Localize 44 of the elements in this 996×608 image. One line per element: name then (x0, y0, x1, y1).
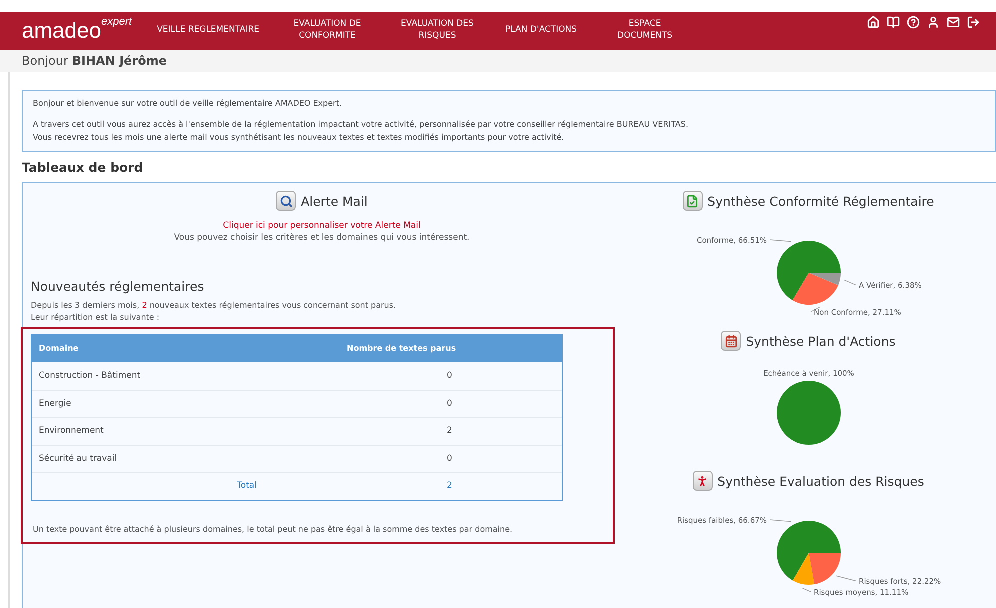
calendar-icon (721, 331, 742, 352)
table-cell-text: 0 (446, 370, 454, 381)
nav-link[interactable]: ESPACE DOCUMENTS (590, 19, 700, 43)
home-icon[interactable] (867, 16, 880, 29)
total-label: Total (236, 481, 258, 492)
welcome-text: A travers cet outil vous aurez accès à l'ensemble de la réglementation impactant votre activité, personnalisée par votre conseiller réglementaire BUREAU VERITAS. (33, 119, 690, 132)
nav-link[interactable]: EVALUATION DES RISQUES (382, 19, 492, 43)
nav-link[interactable]: VEILLE REGLEMENTAIRE (144, 25, 272, 37)
chart-title: Synthèse Conformité Réglementaire (708, 194, 934, 209)
table-cell-text: 2 (446, 426, 454, 436)
book-icon[interactable] (887, 16, 900, 29)
news-title: Nouveautés réglementaires (31, 279, 206, 294)
search-icon (276, 191, 296, 212)
alert-text: Vous pouvez choisir les critères et les domaines qui vous intéressent. (174, 233, 470, 244)
column-header: Domaine (38, 344, 80, 354)
welcome-text: Bonjour et bienvenue sur votre outil de veille réglementaire AMADEO Expert. (33, 98, 344, 110)
nav-link[interactable]: PLAN D'ACTIONS (492, 25, 590, 37)
person-icon (692, 471, 713, 492)
nav-link[interactable]: EVALUATION DE CONFORMITE (272, 19, 382, 43)
mail-icon[interactable] (947, 16, 960, 29)
help-icon[interactable] (907, 16, 920, 29)
user-name: BIHAN Jérôme (72, 54, 167, 68)
section-title: Tableaux de bord (22, 160, 144, 176)
table-cell-text: Environnement (38, 426, 105, 436)
greeting-label: Bonjour (22, 54, 68, 68)
table-cell-text: Construction - Bâtiment (38, 370, 142, 381)
alert-title: Alerte Mail (301, 194, 368, 209)
alert-link[interactable]: Cliquer ici pour personnaliser votre Alerte Mail (223, 221, 421, 232)
total-value: 2 (446, 481, 454, 492)
welcome-text: Vous recevrez tous les mois une alerte mail vous synthétisant les nouveaux textes et textes modifiés importants pour votre activité. (33, 132, 566, 144)
document-check-icon (682, 191, 703, 212)
pie-slice (776, 381, 840, 446)
news-intro: Depuis les 3 derniers mois, 2 nouveaux textes réglementaires vous concernant sont parus. (31, 300, 398, 312)
table-note: Un texte pouvant être attaché à plusieurs domaines, le total peut ne pas être égal à la somme des textes par domaine. (33, 524, 514, 534)
column-header: Nombre de textes parus (346, 344, 458, 354)
news-intro: Leur répartition est la suivante : (31, 312, 161, 324)
table-cell-text: 0 (446, 398, 454, 409)
user-icon[interactable] (927, 16, 940, 29)
chart-title: Synthèse Evaluation des Risques (718, 474, 924, 489)
chart-title: Synthèse Plan d'Actions (746, 334, 896, 349)
table-cell-text: Energie (38, 398, 72, 409)
logout-icon[interactable] (967, 16, 980, 29)
table-cell-text: 0 (446, 454, 454, 464)
table-cell-text: Sécurité au travail (38, 454, 118, 464)
